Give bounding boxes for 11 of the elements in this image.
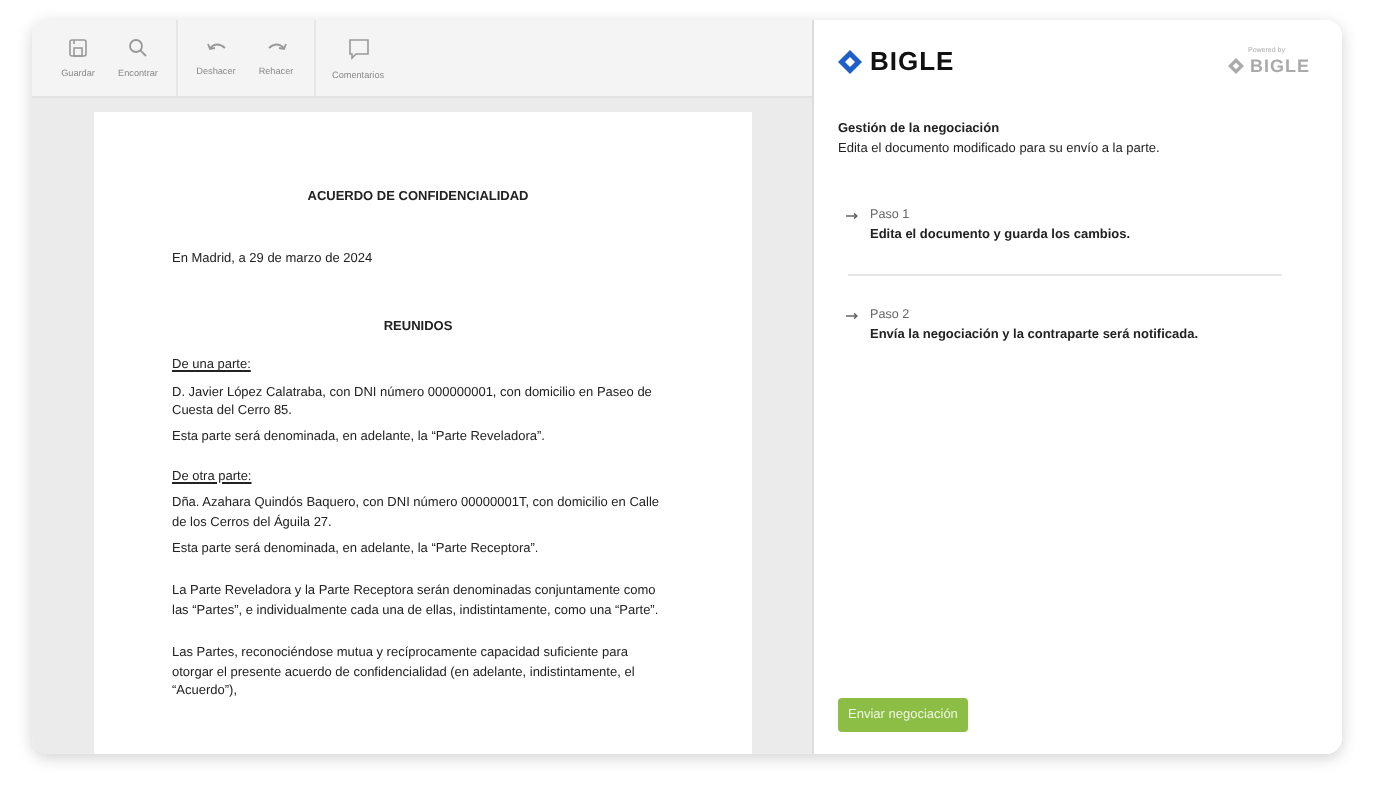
diamond-logo-icon xyxy=(838,49,862,73)
arrow-icon xyxy=(846,212,858,220)
comment-icon xyxy=(347,37,370,59)
redo-icon xyxy=(265,40,287,56)
logo-text: BIGLE xyxy=(870,46,955,76)
save-icon xyxy=(68,38,88,58)
logo-text: BIGLE xyxy=(1249,56,1310,76)
undo-icon xyxy=(205,40,227,56)
arrow-icon xyxy=(846,312,858,320)
search-icon xyxy=(128,38,148,58)
diamond-logo-icon xyxy=(1227,58,1244,74)
